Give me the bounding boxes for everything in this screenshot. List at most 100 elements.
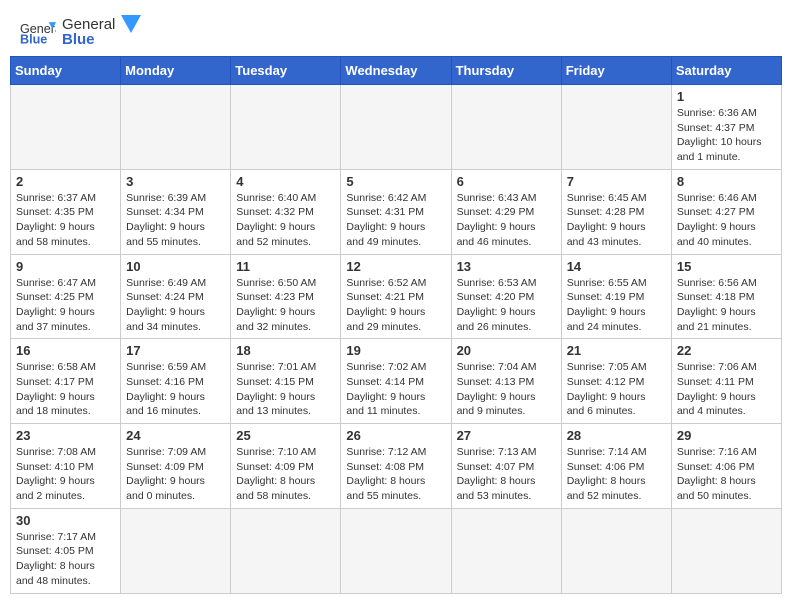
day-number: 16 — [16, 343, 115, 358]
calendar-cell — [11, 85, 121, 170]
calendar-cell: 17Sunrise: 6:59 AM Sunset: 4:16 PM Dayli… — [121, 339, 231, 424]
calendar-cell — [561, 508, 671, 593]
day-info: Sunrise: 6:42 AM Sunset: 4:31 PM Dayligh… — [346, 191, 445, 250]
calendar-cell: 1 Sunrise: 6:36 AM Sunset: 4:37 PM Daylig… — [671, 85, 781, 170]
svg-text:Blue: Blue — [20, 33, 47, 46]
week-row-4: 16 Sunrise: 6:58 AM Sunset: 4:17 PM Dayli… — [11, 339, 782, 424]
calendar-cell: 3Sunrise: 6:39 AM Sunset: 4:34 PM Daylig… — [121, 169, 231, 254]
logo-blue-text: Blue — [62, 31, 115, 48]
week-row-2: 2Sunrise: 6:37 AM Sunset: 4:35 PM Daylig… — [11, 169, 782, 254]
day-info: Sunrise: 7:12 AM Sunset: 4:08 PM Dayligh… — [346, 445, 445, 504]
calendar-cell: 18 Sunrise: 7:01 AM Sunset: 4:15 PM Dayli… — [231, 339, 341, 424]
day-number: 6 — [457, 174, 556, 189]
day-info: Sunrise: 6:55 AM Sunset: 4:19 PM Dayligh… — [567, 276, 666, 335]
day-number: 20 — [457, 343, 556, 358]
day-of-week-wednesday: Wednesday — [341, 57, 451, 85]
day-info: Sunrise: 6:46 AM Sunset: 4:27 PM Dayligh… — [677, 191, 776, 250]
calendar-cell: 14 Sunrise: 6:55 AM Sunset: 4:19 PM Dayli… — [561, 254, 671, 339]
day-number: 9 — [16, 259, 115, 274]
calendar-cell — [121, 85, 231, 170]
day-info: Sunrise: 7:01 AM Sunset: 4:15 PM Dayligh… — [236, 360, 335, 419]
calendar-cell: 9 Sunrise: 6:47 AM Sunset: 4:25 PM Daylig… — [11, 254, 121, 339]
calendar-cell: 30 Sunrise: 7:17 AM Sunset: 4:05 PM Dayli… — [11, 508, 121, 593]
day-number: 21 — [567, 343, 666, 358]
calendar-cell — [231, 85, 341, 170]
calendar-body: 1 Sunrise: 6:36 AM Sunset: 4:37 PM Daylig… — [11, 85, 782, 594]
day-info: Sunrise: 6:56 AM Sunset: 4:18 PM Dayligh… — [677, 276, 776, 335]
calendar-cell — [561, 85, 671, 170]
day-info: Sunrise: 6:47 AM Sunset: 4:25 PM Dayligh… — [16, 276, 115, 335]
day-number: 1 — [677, 89, 776, 104]
day-info: Sunrise: 6:53 AM Sunset: 4:20 PM Dayligh… — [457, 276, 556, 335]
calendar-cell: 5 Sunrise: 6:42 AM Sunset: 4:31 PM Daylig… — [341, 169, 451, 254]
day-of-week-monday: Monday — [121, 57, 231, 85]
calendar-cell: 7Sunrise: 6:45 AM Sunset: 4:28 PM Daylig… — [561, 169, 671, 254]
day-number: 15 — [677, 259, 776, 274]
day-info: Sunrise: 7:17 AM Sunset: 4:05 PM Dayligh… — [16, 530, 115, 589]
days-of-week-row: SundayMondayTuesdayWednesdayThursdayFrid… — [11, 57, 782, 85]
day-info: Sunrise: 6:45 AM Sunset: 4:28 PM Dayligh… — [567, 191, 666, 250]
day-number: 18 — [236, 343, 335, 358]
day-info: Sunrise: 7:14 AM Sunset: 4:06 PM Dayligh… — [567, 445, 666, 504]
day-info: Sunrise: 6:40 AM Sunset: 4:32 PM Dayligh… — [236, 191, 335, 250]
day-number: 4 — [236, 174, 335, 189]
day-info: Sunrise: 7:04 AM Sunset: 4:13 PM Dayligh… — [457, 360, 556, 419]
day-info: Sunrise: 6:59 AM Sunset: 4:16 PM Dayligh… — [126, 360, 225, 419]
day-number: 12 — [346, 259, 445, 274]
calendar-cell: 12 Sunrise: 6:52 AM Sunset: 4:21 PM Dayli… — [341, 254, 451, 339]
day-number: 8 — [677, 174, 776, 189]
calendar-cell: 26 Sunrise: 7:12 AM Sunset: 4:08 PM Dayli… — [341, 424, 451, 509]
day-of-week-saturday: Saturday — [671, 57, 781, 85]
day-info: Sunrise: 7:02 AM Sunset: 4:14 PM Dayligh… — [346, 360, 445, 419]
day-info: Sunrise: 7:10 AM Sunset: 4:09 PM Dayligh… — [236, 445, 335, 504]
week-row-1: 1 Sunrise: 6:36 AM Sunset: 4:37 PM Daylig… — [11, 85, 782, 170]
calendar-cell: 6 Sunrise: 6:43 AM Sunset: 4:29 PM Daylig… — [451, 169, 561, 254]
day-info: Sunrise: 7:06 AM Sunset: 4:11 PM Dayligh… — [677, 360, 776, 419]
day-info: Sunrise: 6:39 AM Sunset: 4:34 PM Dayligh… — [126, 191, 225, 250]
day-info: Sunrise: 7:09 AM Sunset: 4:09 PM Dayligh… — [126, 445, 225, 504]
day-info: Sunrise: 6:52 AM Sunset: 4:21 PM Dayligh… — [346, 276, 445, 335]
calendar-cell — [341, 85, 451, 170]
day-of-week-thursday: Thursday — [451, 57, 561, 85]
day-number: 24 — [126, 428, 225, 443]
calendar-cell — [231, 508, 341, 593]
day-number: 29 — [677, 428, 776, 443]
calendar-cell: 11Sunrise: 6:50 AM Sunset: 4:23 PM Dayli… — [231, 254, 341, 339]
calendar-cell: 2Sunrise: 6:37 AM Sunset: 4:35 PM Daylig… — [11, 169, 121, 254]
calendar-cell: 20 Sunrise: 7:04 AM Sunset: 4:13 PM Dayli… — [451, 339, 561, 424]
calendar-header: SundayMondayTuesdayWednesdayThursdayFrid… — [11, 57, 782, 85]
day-of-week-tuesday: Tuesday — [231, 57, 341, 85]
calendar-cell: 13Sunrise: 6:53 AM Sunset: 4:20 PM Dayli… — [451, 254, 561, 339]
calendar-cell — [671, 508, 781, 593]
day-number: 27 — [457, 428, 556, 443]
calendar-cell: 19Sunrise: 7:02 AM Sunset: 4:14 PM Dayli… — [341, 339, 451, 424]
calendar-cell: 22Sunrise: 7:06 AM Sunset: 4:11 PM Dayli… — [671, 339, 781, 424]
day-info: Sunrise: 7:16 AM Sunset: 4:06 PM Dayligh… — [677, 445, 776, 504]
calendar-cell — [451, 508, 561, 593]
day-info: Sunrise: 6:36 AM Sunset: 4:37 PM Dayligh… — [677, 106, 776, 165]
calendar-cell — [451, 85, 561, 170]
day-info: Sunrise: 7:08 AM Sunset: 4:10 PM Dayligh… — [16, 445, 115, 504]
week-row-6: 30 Sunrise: 7:17 AM Sunset: 4:05 PM Dayli… — [11, 508, 782, 593]
calendar-cell: 24 Sunrise: 7:09 AM Sunset: 4:09 PM Dayli… — [121, 424, 231, 509]
day-number: 11 — [236, 259, 335, 274]
calendar-cell: 23Sunrise: 7:08 AM Sunset: 4:10 PM Dayli… — [11, 424, 121, 509]
day-number: 26 — [346, 428, 445, 443]
day-info: Sunrise: 6:58 AM Sunset: 4:17 PM Dayligh… — [16, 360, 115, 419]
day-number: 10 — [126, 259, 225, 274]
day-number: 5 — [346, 174, 445, 189]
calendar-cell: 10 Sunrise: 6:49 AM Sunset: 4:24 PM Dayli… — [121, 254, 231, 339]
calendar-wrapper: SundayMondayTuesdayWednesdayThursdayFrid… — [0, 56, 792, 604]
calendar-cell: 15 Sunrise: 6:56 AM Sunset: 4:18 PM Dayli… — [671, 254, 781, 339]
calendar-cell — [341, 508, 451, 593]
day-number: 30 — [16, 513, 115, 528]
calendar-cell: 27Sunrise: 7:13 AM Sunset: 4:07 PM Dayli… — [451, 424, 561, 509]
day-info: Sunrise: 6:43 AM Sunset: 4:29 PM Dayligh… — [457, 191, 556, 250]
calendar-cell — [121, 508, 231, 593]
day-info: Sunrise: 6:49 AM Sunset: 4:24 PM Dayligh… — [126, 276, 225, 335]
day-number: 25 — [236, 428, 335, 443]
day-number: 28 — [567, 428, 666, 443]
page-header: General Blue General Blue — [0, 0, 792, 56]
day-number: 14 — [567, 259, 666, 274]
week-row-5: 23Sunrise: 7:08 AM Sunset: 4:10 PM Dayli… — [11, 424, 782, 509]
